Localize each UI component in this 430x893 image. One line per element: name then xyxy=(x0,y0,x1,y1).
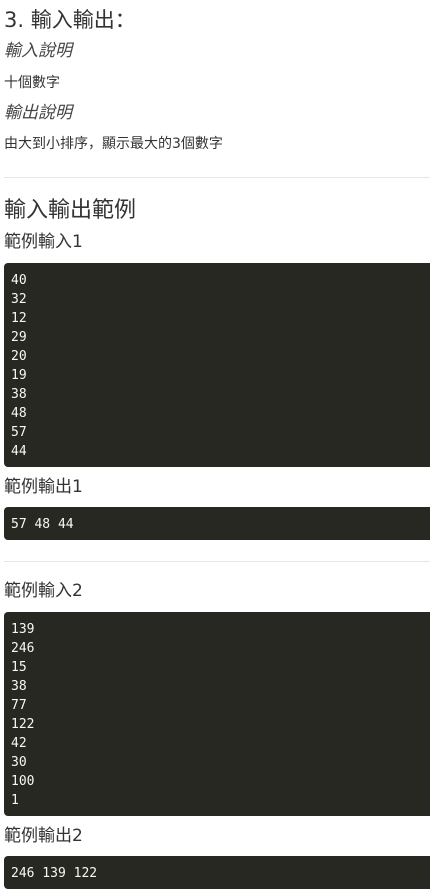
code-line: 100 xyxy=(11,774,35,789)
code-line: 38 xyxy=(11,679,27,694)
code-line: 139 xyxy=(11,622,35,637)
sample-input-1-code: 40 32 12 29 20 19 38 48 57 44 xyxy=(4,263,430,467)
code-line: 44 xyxy=(11,444,27,459)
sample-output-2-code: 246 139 122 xyxy=(4,856,430,889)
sample-output-1-code: 57 48 44 xyxy=(4,507,430,540)
code-line: 20 xyxy=(11,349,27,364)
code-line: 1 xyxy=(11,793,19,808)
code-line: 246 xyxy=(11,641,35,656)
code-line: 30 xyxy=(11,755,27,770)
code-line: 40 xyxy=(11,273,27,288)
code-line: 57 48 44 xyxy=(11,517,74,532)
output-description-title: 輸出說明 xyxy=(4,103,72,123)
input-description: 十個數字 xyxy=(4,75,60,91)
code-line: 29 xyxy=(11,330,27,345)
code-line: 38 xyxy=(11,387,27,402)
code-line: 32 xyxy=(11,292,27,307)
code-line: 246 139 122 xyxy=(11,866,98,881)
output-description: 由大到小排序，顯示最大的3個數字 xyxy=(4,136,223,152)
section-divider xyxy=(4,561,430,562)
sample-output-1-title: 範例輸出1 xyxy=(4,477,83,497)
section-divider xyxy=(4,177,430,178)
code-line: 57 xyxy=(11,425,27,440)
code-line: 77 xyxy=(11,698,27,713)
io-heading: 3. 輸入輸出： xyxy=(4,8,136,32)
code-line: 48 xyxy=(11,406,27,421)
code-line: 122 xyxy=(11,717,35,732)
sample-input-2-title: 範例輸入2 xyxy=(4,581,83,601)
code-line: 12 xyxy=(11,311,27,326)
examples-heading: 輸入輸出範例 xyxy=(4,198,137,223)
problem-page: 3. 輸入輸出： 輸入說明 十個數字 輸出說明 由大到小排序，顯示最大的3個數字… xyxy=(0,0,430,893)
code-line: 15 xyxy=(11,660,27,675)
sample-input-2-code: 139 246 15 38 77 122 42 30 100 1 xyxy=(4,612,430,816)
sample-input-1-title: 範例輸入1 xyxy=(4,232,83,252)
code-line: 42 xyxy=(11,736,27,751)
input-description-title: 輸入說明 xyxy=(4,41,72,61)
sample-output-2-title: 範例輸出2 xyxy=(4,826,83,846)
code-line: 19 xyxy=(11,368,27,383)
